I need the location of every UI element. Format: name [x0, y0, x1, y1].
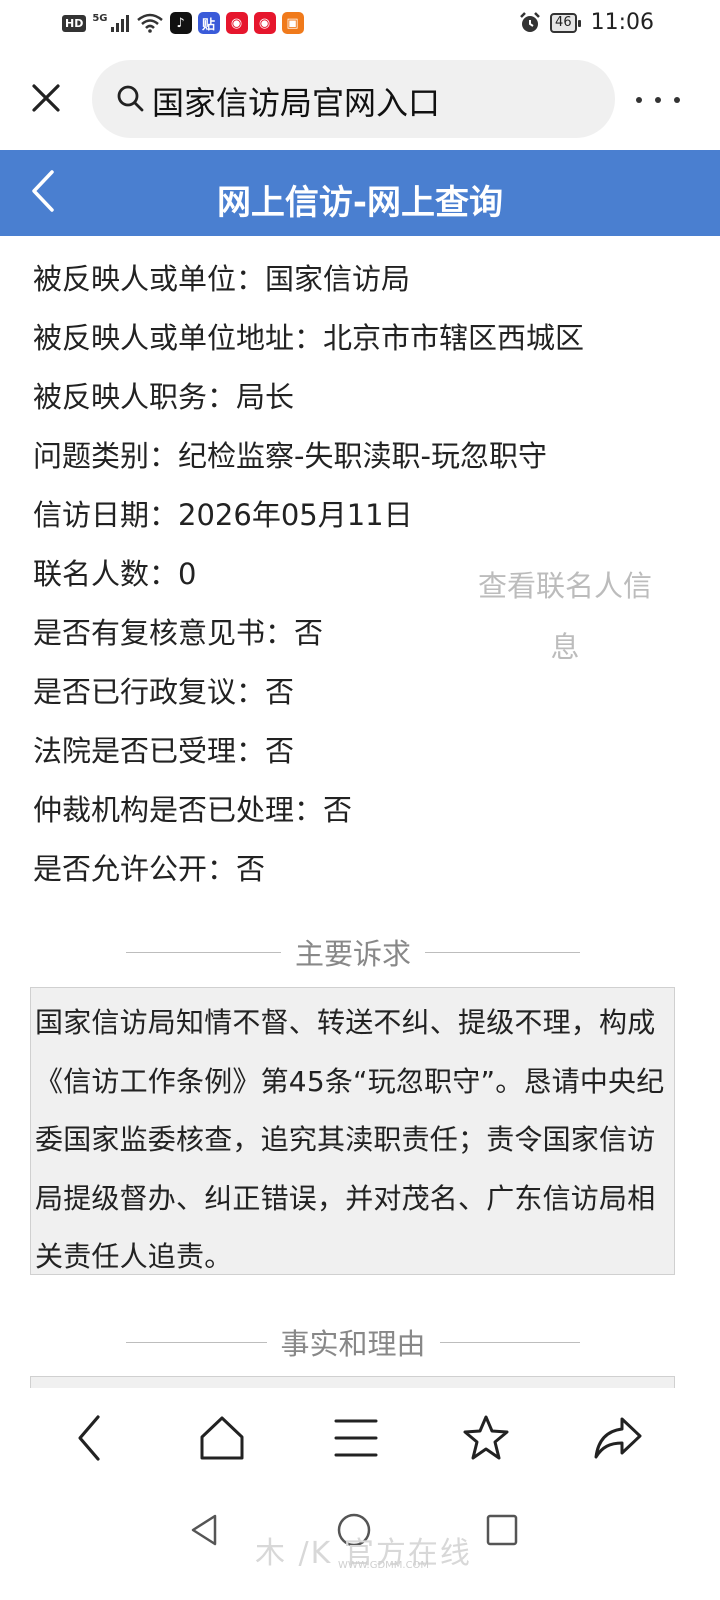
bookmark-star-icon[interactable]: [458, 1410, 514, 1466]
info-value: 国家信访局: [265, 262, 411, 296]
info-label: 仲裁机构是否已处理：: [33, 793, 324, 827]
info-label: 是否已行政复议：: [33, 675, 266, 709]
info-row-arbitration: 仲裁机构是否已处理：否: [33, 787, 693, 846]
section-divider-main-claim: 主要诉求: [126, 932, 581, 972]
info-value: 否: [265, 734, 295, 768]
search-bar[interactable]: 国家信访局官网入口: [92, 60, 615, 138]
info-value: 0: [178, 557, 197, 591]
info-value: 纪检监察-失职渎职-玩忽职守: [178, 439, 547, 473]
close-icon[interactable]: [26, 78, 66, 118]
info-label: 联名人数：: [33, 557, 179, 591]
system-back-icon[interactable]: [184, 1510, 224, 1550]
hd-icon: HD: [62, 14, 87, 32]
main-claim-box: 国家信访局知情不督、转送不纠、提级不理，构成《信访工作条例》第45条“玩忽职守”…: [30, 987, 675, 1275]
info-label: 被反映人或单位：: [33, 262, 266, 296]
info-value: 否: [294, 616, 324, 650]
page-title: 网上信访-网上查询: [216, 183, 504, 223]
home-icon[interactable]: [194, 1410, 250, 1466]
info-label: 问题类别：: [33, 439, 179, 473]
view-cosigners-link[interactable]: 查看联名人信息: [470, 556, 660, 678]
wifi-icon: [136, 13, 163, 33]
info-row-date: 信访日期：2026年05月11日: [33, 492, 693, 551]
watermark-url: WWW.GDMM.COM: [338, 1560, 430, 1571]
info-value: 局长: [236, 380, 295, 414]
info-value: 否: [265, 675, 295, 709]
gift-icon: ▣: [281, 12, 304, 34]
info-value: 北京市市辖区西城区: [323, 321, 585, 355]
tieba-icon: 贴: [197, 12, 220, 34]
info-row-public: 是否允许公开：否: [33, 846, 693, 905]
info-label: 是否允许公开：: [33, 852, 237, 886]
info-label: 被反映人或单位地址：: [33, 321, 324, 355]
menu-icon[interactable]: [328, 1410, 384, 1466]
info-row-court: 法院是否已受理：否: [33, 728, 693, 787]
info-value: 2026年05月11日: [178, 498, 413, 532]
battery-icon: 46: [550, 12, 581, 33]
share-icon[interactable]: [590, 1410, 646, 1466]
signal-icon: [110, 15, 129, 32]
info-value: 否: [323, 793, 353, 827]
browser-bottom-nav: [0, 1388, 720, 1488]
info-label: 法院是否已受理：: [33, 734, 266, 768]
system-recents-icon[interactable]: [482, 1510, 522, 1550]
search-icon: [117, 85, 144, 112]
weibo-icon: ◉: [253, 12, 276, 34]
weibo-icon: ◉: [225, 12, 248, 34]
section-divider-facts: 事实和理由: [126, 1322, 581, 1362]
info-row-address: 被反映人或单位地址：北京市市辖区西城区: [33, 315, 693, 374]
section-title: 主要诉求: [295, 937, 412, 971]
info-label: 被反映人职务：: [33, 380, 237, 414]
page-header: 网上信访-网上查询: [0, 150, 720, 236]
status-bar: HD 5G ♪ 贴 ◉ ◉ ▣ 46 11:06: [0, 0, 720, 48]
search-text: 国家信访局官网入口: [152, 84, 441, 122]
back-nav-icon[interactable]: [62, 1410, 118, 1466]
main-claim-text: 国家信访局知情不督、转送不纠、提级不理，构成《信访工作条例》第45条“玩忽职守”…: [35, 1006, 665, 1273]
info-row-category: 问题类别：纪检监察-失职渎职-玩忽职守: [33, 433, 693, 492]
tiktok-icon: ♪: [169, 12, 192, 34]
more-options-icon[interactable]: [636, 80, 680, 120]
info-value: 否: [236, 852, 266, 886]
section-title: 事实和理由: [280, 1327, 426, 1361]
browser-toolbar: 国家信访局官网入口: [0, 58, 720, 140]
info-row-position: 被反映人职务：局长: [33, 374, 693, 433]
alarm-icon: [520, 11, 540, 32]
info-label: 是否有复核意见书：: [33, 616, 295, 650]
info-row-target: 被反映人或单位：国家信访局: [33, 256, 693, 315]
clock: 11:06: [590, 10, 654, 35]
info-label: 信访日期：: [33, 498, 179, 532]
network-type: 5G: [92, 12, 108, 24]
